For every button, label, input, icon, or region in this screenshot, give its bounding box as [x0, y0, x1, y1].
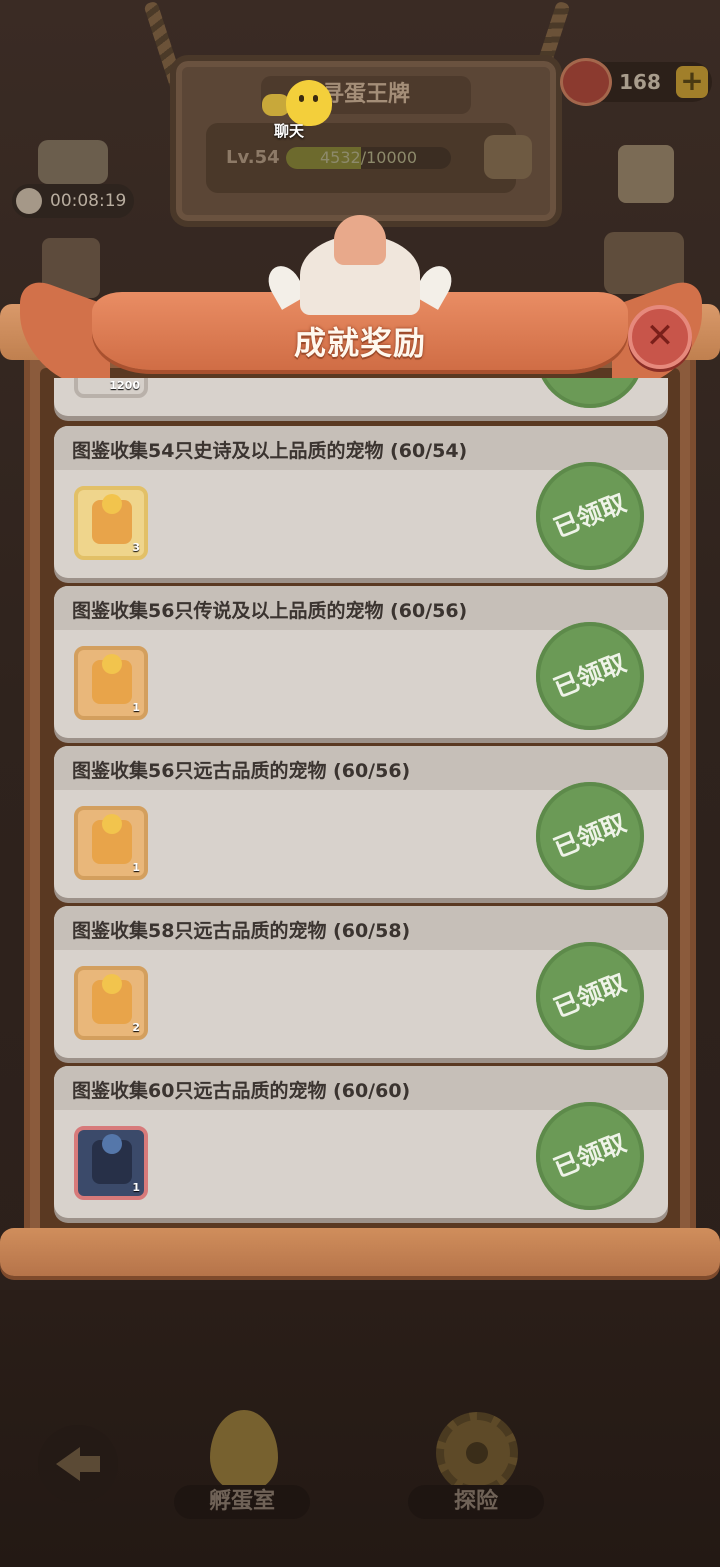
player-sign: 寻蛋王牌 Lv.54 4532/10000 — [170, 55, 562, 227]
achievement-title: 图鉴收集58只远古品质的宠物 (60/58) — [72, 920, 411, 942]
achievement-card: 图鉴收集56只传说及以上品质的宠物 (60/56) 1 已领取 — [54, 586, 668, 738]
notice-scroll-icon[interactable] — [618, 145, 674, 203]
level-label: Lv.54 — [226, 147, 280, 168]
level-panel: Lv.54 4532/10000 — [206, 123, 532, 193]
claimed-stamp: 已领取 — [536, 782, 644, 890]
crest-icon — [262, 215, 458, 315]
reward-count: 2 — [132, 1021, 140, 1034]
achievement-card: 图鉴收集54只史诗及以上品质的宠物 (60/54) 3 已领取 — [54, 426, 668, 578]
achievement-card: 图鉴收集58只远古品质的宠物 (60/58) 2 已领取 — [54, 906, 668, 1058]
reward-item[interactable]: 1 — [74, 806, 148, 880]
chat-button[interactable]: 聊天 — [262, 80, 332, 140]
close-button[interactable]: ✕ — [628, 305, 692, 369]
reward-count: 1 — [132, 701, 140, 714]
achievement-title: 图鉴收集54只史诗及以上品质的宠物 (60/54) — [72, 440, 468, 462]
modal-base-plank — [0, 1228, 720, 1276]
meat-currency: 168 + — [560, 58, 712, 106]
close-icon: ✕ — [645, 316, 675, 356]
reward-count: 1 — [132, 1181, 140, 1194]
gear-icon[interactable] — [436, 1412, 518, 1494]
clock-icon — [16, 188, 42, 214]
explore-button[interactable]: 探险 — [408, 1485, 544, 1519]
reward-item[interactable]: 1 — [74, 1126, 148, 1200]
reward-count: 1 — [132, 861, 140, 874]
achievement-card: 图鉴收集60只远古品质的宠物 (60/60) 1 已领取 — [54, 1066, 668, 1218]
crest-top — [334, 215, 386, 265]
pet-chest-icon — [92, 814, 132, 864]
hatch-room-button[interactable]: 孵蛋室 — [174, 1485, 310, 1519]
chest-icon[interactable] — [484, 135, 532, 179]
achievement-title: 图鉴收集56只远古品质的宠物 (60/56) — [72, 760, 411, 782]
back-button[interactable] — [38, 1425, 118, 1503]
reward-item[interactable]: 2 — [74, 966, 148, 1040]
claimed-stamp: 已领取 — [536, 622, 644, 730]
dragon-pet-icon — [92, 1134, 132, 1184]
exp-bar: 4532/10000 — [286, 147, 451, 169]
pet-chest-icon — [92, 974, 132, 1024]
reward-item[interactable]: 1 — [74, 646, 148, 720]
timer-badge: 00:08:19 — [12, 184, 134, 218]
claimed-stamp: 已领取 — [536, 1102, 644, 1210]
claimed-stamp: 已领取 — [536, 378, 644, 408]
bottom-bar — [0, 1290, 720, 1567]
reward-item[interactable]: 1200 — [74, 378, 148, 398]
achievement-title: 图鉴收集60只远古品质的宠物 (60/60) — [72, 1080, 411, 1102]
crown-treasure-icon[interactable] — [38, 140, 108, 184]
claimed-stamp: 已领取 — [536, 462, 644, 570]
achievement-list[interactable]: 1200 已领取 图鉴收集54只史诗及以上品质的宠物 (60/54) 3 已领取… — [40, 378, 680, 1226]
reward-count: 3 — [132, 541, 140, 554]
gear-center — [466, 1442, 488, 1464]
claimed-stamp: 已领取 — [536, 942, 644, 1050]
exp-text: 4532/10000 — [319, 148, 417, 167]
claimed-text: 已领取 — [520, 378, 661, 424]
modal-title: 成就奖励 — [293, 324, 426, 362]
reward-count: 1200 — [109, 379, 140, 392]
chat-label: 聊天 — [274, 122, 305, 140]
pet-chest-icon — [92, 654, 132, 704]
achievement-card: 1200 已领取 — [54, 378, 668, 416]
achievement-card: 图鉴收集56只远古品质的宠物 (60/56) 1 已领取 — [54, 746, 668, 898]
pet-chest-icon — [92, 494, 132, 544]
timer-text: 00:08:19 — [50, 191, 127, 211]
add-meat-button[interactable]: + — [676, 66, 708, 98]
reward-item[interactable]: 3 — [74, 486, 148, 560]
achievement-title: 图鉴收集56只传说及以上品质的宠物 (60/56) — [72, 600, 468, 622]
back-arrow-tail — [76, 1456, 100, 1472]
meat-count: 168 — [619, 70, 661, 94]
meat-icon — [560, 58, 612, 106]
